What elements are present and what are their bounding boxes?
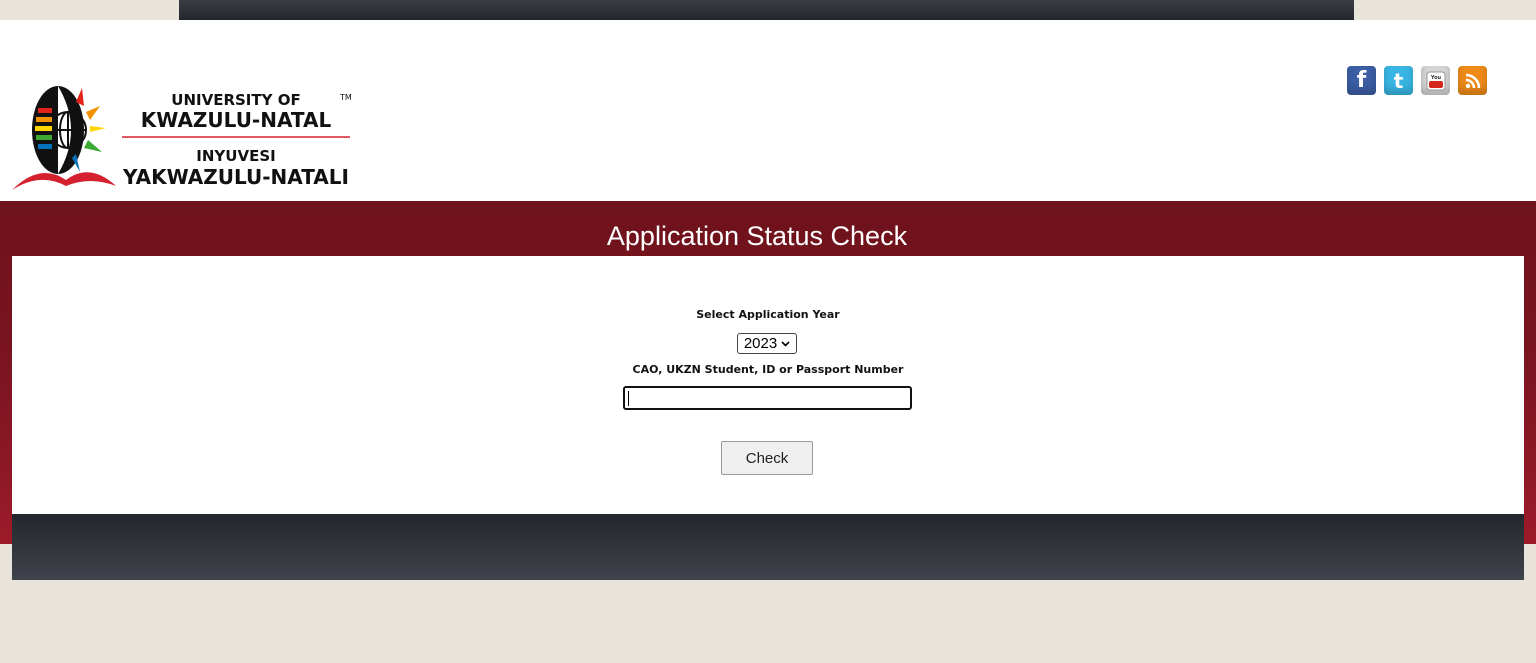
youtube-icon[interactable]: You xyxy=(1421,66,1450,95)
chevron-down-icon xyxy=(781,340,790,347)
year-select[interactable]: 2023 xyxy=(737,333,797,354)
form-panel: Select Application Year 2023 CAO, UKZN S… xyxy=(12,256,1524,514)
facebook-icon[interactable]: f xyxy=(1347,66,1376,95)
logo-line1: UNIVERSITY OF xyxy=(171,91,300,109)
ukzn-emblem-icon xyxy=(12,86,116,190)
text-caret xyxy=(628,391,629,406)
year-label: Select Application Year xyxy=(696,308,840,321)
top-bar xyxy=(179,0,1354,20)
social-links: f t You xyxy=(1347,66,1487,95)
logo-line3: INYUVESI xyxy=(196,147,275,165)
footer-bar xyxy=(12,514,1524,580)
logo-line2: KWAZULU-NATAL xyxy=(141,108,332,132)
twitter-icon[interactable]: t xyxy=(1384,66,1413,95)
year-value: 2023 xyxy=(743,335,778,352)
page-title: Application Status Check xyxy=(606,221,908,251)
id-input[interactable] xyxy=(623,386,912,410)
rss-icon[interactable] xyxy=(1458,66,1487,95)
check-button[interactable]: Check xyxy=(721,441,813,475)
ukzn-logo[interactable]: UNIVERSITY OF TM KWAZULU-NATAL INYUVESI … xyxy=(10,62,355,194)
logo-tm: TM xyxy=(339,93,352,102)
logo-line4: YAKWAZULU-NATALI xyxy=(122,165,349,189)
svg-text:You: You xyxy=(1429,75,1441,81)
id-label: CAO, UKZN Student, ID or Passport Number xyxy=(632,363,904,376)
